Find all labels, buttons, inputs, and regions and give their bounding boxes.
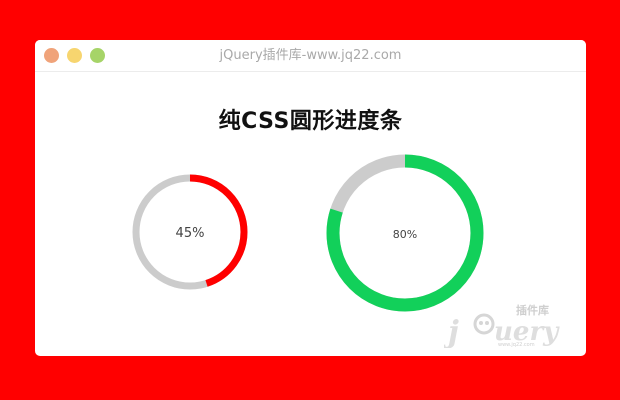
jquery-logo-watermark: j uery 插件库 www.jq22.com bbox=[444, 303, 560, 348]
page-title: 纯CSS圆形进度条 bbox=[218, 109, 403, 134]
watermark-tag: 插件库 bbox=[516, 303, 549, 317]
watermark-brand-j: j bbox=[444, 315, 459, 348]
title-bar: jQuery插件库-www.jq22.com bbox=[35, 40, 586, 72]
window-title: jQuery插件库-www.jq22.com bbox=[219, 48, 402, 63]
progress-ring-80: 80% bbox=[326, 154, 484, 312]
browser-window: jQuery插件库-www.jq22.com 纯CSS圆形进度条 45% 80%… bbox=[35, 40, 586, 356]
progress-ring-45: 45% bbox=[132, 174, 248, 290]
progress-label: 80% bbox=[393, 228, 417, 241]
jquery-logo-icon bbox=[473, 313, 495, 335]
watermark-url: www.jq22.com bbox=[498, 342, 535, 348]
progress-label: 45% bbox=[176, 226, 205, 241]
